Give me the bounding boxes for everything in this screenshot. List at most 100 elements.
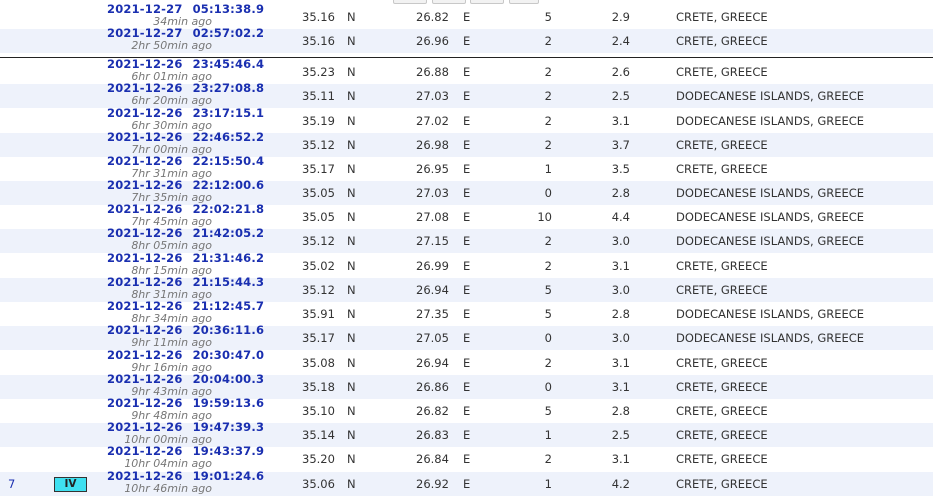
- latitude: 35.12: [302, 283, 335, 297]
- longitude-hemisphere: E: [463, 65, 471, 79]
- region-name: DODECANESE ISLANDS, GREECE: [676, 307, 865, 321]
- event-time: 19:59:13.6: [192, 396, 265, 410]
- magnitude: 4.4: [611, 210, 630, 224]
- event-date: 2021-12-27: [107, 26, 183, 40]
- event-date: 2021-12-26: [107, 299, 183, 313]
- magnitude: 3.5: [611, 162, 630, 176]
- latitude-hemisphere: N: [347, 210, 356, 224]
- event-time: 23:27:08.8: [192, 81, 265, 95]
- depth-km: 2: [544, 34, 552, 48]
- felt-report-count[interactable]: 7: [8, 472, 15, 496]
- toolbar-tab-3[interactable]: [470, 0, 504, 4]
- longitude: 26.83: [416, 428, 449, 442]
- depth-km: 5: [544, 283, 552, 297]
- longitude: 27.03: [416, 89, 449, 103]
- event-date: 2021-12-26: [107, 444, 183, 458]
- depth-km: 0: [544, 331, 552, 345]
- time-ago: 2hr 50min ago: [131, 39, 212, 52]
- latitude-hemisphere: N: [347, 404, 356, 418]
- depth-km: 1: [544, 477, 552, 491]
- longitude: 26.92: [416, 477, 449, 491]
- depth-km: 2: [544, 452, 552, 466]
- longitude-hemisphere: E: [463, 10, 471, 24]
- table-row[interactable]: 2021-12-26 23:27:08.8 6hr 20min ago 35.11 N 2…: [0, 81, 933, 108]
- longitude: 27.35: [416, 307, 449, 321]
- longitude: 26.94: [416, 283, 449, 297]
- event-date: 2021-12-26: [107, 202, 183, 216]
- magnitude: 2.9: [611, 10, 630, 24]
- magnitude: 3.0: [611, 331, 630, 345]
- magnitude: 3.1: [611, 114, 630, 128]
- longitude: 26.94: [416, 356, 449, 370]
- latitude: 35.12: [302, 234, 335, 248]
- latitude-hemisphere: N: [347, 452, 356, 466]
- event-time: 22:46:52.2: [192, 130, 265, 144]
- region-name: DODECANESE ISLANDS, GREECE: [676, 186, 865, 200]
- region-name: DODECANESE ISLANDS, GREECE: [676, 331, 865, 345]
- magnitude: 3.1: [611, 259, 630, 273]
- toolbar-tab-2[interactable]: [432, 0, 466, 4]
- magnitude: 4.2: [611, 477, 630, 491]
- magnitude: 2.4: [611, 34, 630, 48]
- event-date: 2021-12-26: [107, 106, 183, 120]
- longitude: 26.82: [416, 10, 449, 24]
- longitude-hemisphere: E: [463, 452, 471, 466]
- longitude: 27.05: [416, 331, 449, 345]
- event-date: 2021-12-26: [107, 396, 183, 410]
- region-name: CRETE, GREECE: [676, 34, 768, 48]
- latitude-hemisphere: N: [347, 283, 356, 297]
- event-date: 2021-12-27: [107, 2, 183, 16]
- event-time: 21:12:45.7: [192, 299, 265, 313]
- latitude: 35.11: [302, 89, 335, 103]
- longitude: 26.98: [416, 138, 449, 152]
- region-name: DODECANESE ISLANDS, GREECE: [676, 89, 865, 103]
- region-name: CRETE, GREECE: [676, 283, 768, 297]
- longitude-hemisphere: E: [463, 210, 471, 224]
- latitude: 35.05: [302, 186, 335, 200]
- latitude-hemisphere: N: [347, 307, 356, 321]
- region-name: CRETE, GREECE: [676, 477, 768, 491]
- longitude-hemisphere: E: [463, 259, 471, 273]
- event-time: 21:31:46.2: [192, 251, 265, 265]
- depth-km: 2: [544, 356, 552, 370]
- latitude-hemisphere: N: [347, 186, 356, 200]
- toolbar-tab-4[interactable]: [509, 0, 539, 4]
- magnitude: 2.6: [611, 65, 630, 79]
- longitude: 27.15: [416, 234, 449, 248]
- latitude: 35.02: [302, 259, 335, 273]
- event-time: 21:42:05.2: [192, 226, 265, 240]
- longitude: 27.02: [416, 114, 449, 128]
- row-separator-line: [0, 57, 933, 58]
- event-date: 2021-12-26: [107, 154, 183, 168]
- region-name: CRETE, GREECE: [676, 10, 768, 24]
- magnitude: 2.5: [611, 428, 630, 442]
- longitude-hemisphere: E: [463, 114, 471, 128]
- region-name: CRETE, GREECE: [676, 380, 768, 394]
- longitude: 26.96: [416, 34, 449, 48]
- event-time: 20:30:47.0: [192, 348, 265, 362]
- table-row[interactable]: 2021-12-27 02:57:02.2 2hr 50min ago 35.16 N 2…: [0, 26, 933, 53]
- toolbar-tab-1[interactable]: [393, 0, 427, 4]
- latitude-hemisphere: N: [347, 114, 356, 128]
- table-row[interactable]: 7 IV 2021-12-26 19:01:24.6 10hr 46min ago 35.…: [0, 470, 933, 496]
- event-date: 2021-12-26: [107, 130, 183, 144]
- table-row[interactable]: 2021-12-26 20:36:11.6 9hr 11min ago 35.17 N 2…: [0, 324, 933, 350]
- longitude-hemisphere: E: [463, 34, 471, 48]
- latitude-hemisphere: N: [347, 477, 356, 491]
- table-row[interactable]: 2021-12-26 19:43:37.9 10hr 04min ago 35.20 N…: [0, 444, 933, 471]
- event-time: 19:43:37.9: [192, 444, 265, 458]
- latitude: 35.12: [302, 138, 335, 152]
- time-ago: 10hr 46min ago: [124, 482, 212, 495]
- latitude: 35.17: [302, 162, 335, 176]
- depth-km: 0: [544, 186, 552, 200]
- region-name: DODECANESE ISLANDS, GREECE: [676, 234, 865, 248]
- depth-km: 2: [544, 259, 552, 273]
- event-date: 2021-12-26: [107, 420, 183, 434]
- table-row[interactable]: 2021-12-26 21:42:05.2 8hr 05min ago 35.12 N 2…: [0, 226, 933, 253]
- depth-km: 5: [544, 307, 552, 321]
- event-date: 2021-12-26: [107, 178, 183, 192]
- intensity-badge[interactable]: IV: [54, 477, 87, 492]
- longitude: 26.88: [416, 65, 449, 79]
- event-time: 05:13:38.9: [192, 2, 265, 16]
- magnitude: 2.5: [611, 89, 630, 103]
